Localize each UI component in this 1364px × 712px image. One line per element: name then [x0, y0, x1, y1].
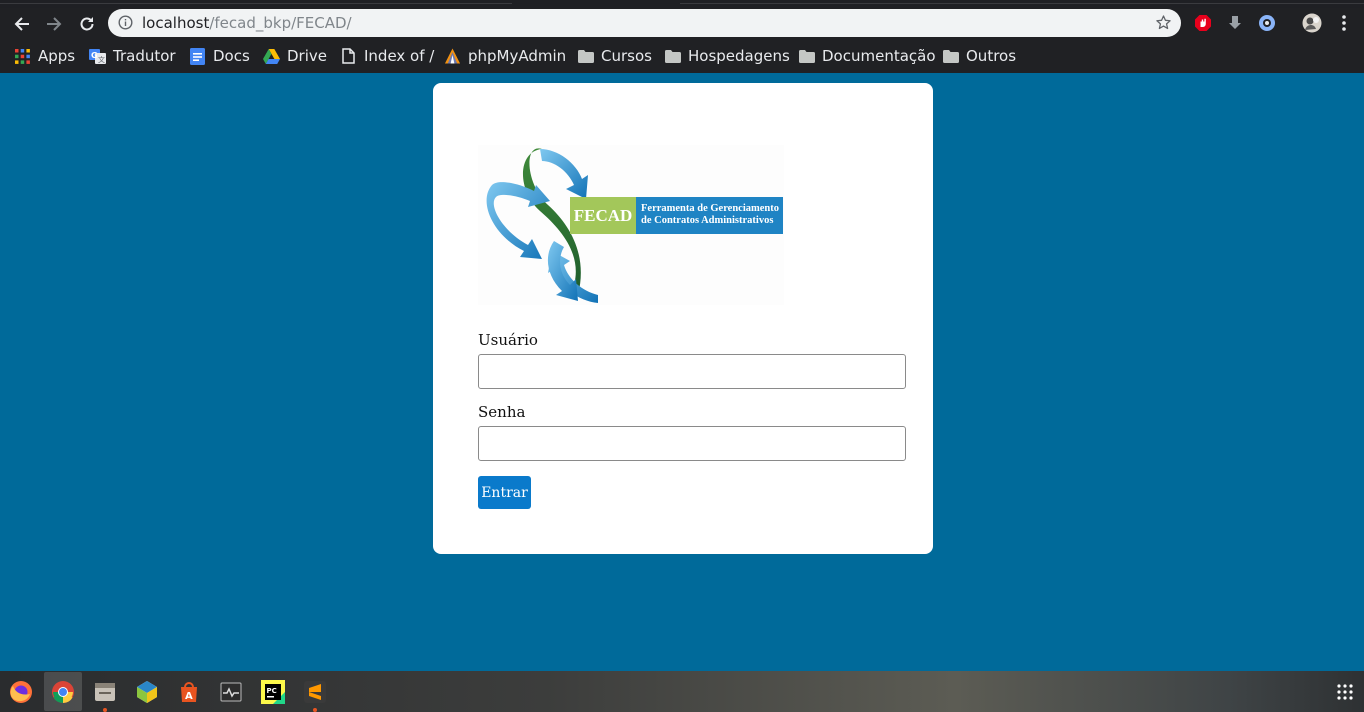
- forward-button[interactable]: [40, 10, 68, 38]
- username-label: Usuário: [478, 331, 538, 349]
- logo-acronym: FECAD: [570, 197, 636, 234]
- taskbar-firefox[interactable]: [7, 678, 35, 706]
- forward-arrow-icon: [47, 17, 62, 31]
- bookmarks-bar: Apps G文 Tradutor Docs Drive Index of / p…: [0, 39, 1364, 73]
- username-input[interactable]: [478, 354, 906, 389]
- taskbar-chrome[interactable]: [49, 678, 77, 706]
- system-monitor-icon: [220, 682, 242, 702]
- folder-icon: [577, 48, 594, 65]
- login-card: FECAD Ferramenta de Gerenciamento de Con…: [433, 83, 933, 554]
- folder-icon: [798, 48, 815, 65]
- translate-icon: G文: [89, 48, 106, 65]
- download-icon: [1229, 16, 1241, 29]
- bookmark-label: Index of /: [364, 47, 435, 65]
- docs-icon: [189, 47, 206, 65]
- folder-icon: [942, 48, 959, 65]
- svg-text:G: G: [91, 51, 98, 60]
- chrome-icon: [52, 681, 74, 703]
- svg-text:A: A: [185, 691, 193, 702]
- taskbar-software-center[interactable]: A: [175, 678, 203, 706]
- firefox-icon: [10, 681, 32, 703]
- bookmark-index-of[interactable]: Index of /: [340, 46, 434, 66]
- extension-circle-icon: [1259, 15, 1275, 31]
- taskbar-files[interactable]: [91, 678, 119, 706]
- login-submit-button[interactable]: Entrar: [478, 476, 531, 509]
- bookmark-docs[interactable]: Docs: [189, 46, 250, 66]
- page-icon: [340, 48, 357, 65]
- taskbar-pycharm[interactable]: PC: [259, 678, 287, 706]
- drive-icon: [263, 48, 280, 65]
- url-path: /fecad_bkp/FECAD/: [209, 14, 352, 32]
- apps-grid-icon: [14, 48, 31, 65]
- bookmark-label: Outros: [966, 47, 1017, 65]
- pycharm-icon: PC: [261, 680, 285, 704]
- taskbar-virtualbox[interactable]: [133, 678, 161, 706]
- software-center-icon: A: [181, 682, 197, 702]
- bookmark-label: Apps: [38, 47, 76, 65]
- bookmark-star-icon[interactable]: [1155, 14, 1172, 31]
- browser-toolbar: localhost/fecad_bkp/FECAD/: [0, 8, 1364, 39]
- bookmark-folder-outros[interactable]: Outros: [942, 46, 1016, 66]
- url-text[interactable]: localhost/fecad_bkp/FECAD/: [142, 14, 352, 32]
- bookmark-folder-cursos[interactable]: Cursos: [577, 46, 652, 66]
- sublime-text-icon: [304, 681, 326, 703]
- folder-icon: [664, 48, 681, 65]
- adblock-icon: [1195, 15, 1211, 31]
- download-extension-button[interactable]: [1225, 13, 1245, 33]
- bookmark-label: Documentação: [822, 47, 936, 65]
- bookmark-label: Hospedagens: [688, 47, 790, 65]
- bookmark-label: phpMyAdmin: [468, 47, 567, 65]
- tab[interactable]: [0, 0, 512, 4]
- browser-menu-button[interactable]: [1334, 13, 1354, 33]
- password-label: Senha: [478, 403, 526, 421]
- reload-icon: [80, 17, 94, 31]
- url-host: localhost: [142, 14, 210, 32]
- password-input[interactable]: [478, 426, 906, 461]
- phpmyadmin-icon: [444, 48, 461, 65]
- files-icon: [95, 683, 115, 701]
- logo-subtitle-line2: de Contratos Administrativos: [641, 215, 774, 226]
- address-bar[interactable]: localhost/fecad_bkp/FECAD/: [108, 9, 1181, 37]
- bookmark-folder-hospedagens[interactable]: Hospedagens: [664, 46, 790, 66]
- taskbar-show-applications[interactable]: [1331, 678, 1359, 706]
- extension-button[interactable]: [1257, 13, 1277, 33]
- bookmark-label: Cursos: [601, 47, 652, 65]
- system-taskbar: A PC: [0, 671, 1364, 712]
- logo-subtitle: Ferramenta de Gerenciamento de Contratos…: [636, 197, 783, 234]
- back-button[interactable]: [8, 10, 36, 38]
- more-vertical-icon: [1342, 15, 1346, 31]
- bookmark-apps[interactable]: Apps: [14, 46, 75, 66]
- reload-button[interactable]: [73, 10, 101, 38]
- adblock-extension-button[interactable]: [1193, 13, 1213, 33]
- show-applications-icon: [1337, 684, 1353, 700]
- back-arrow-icon: [14, 17, 29, 31]
- bookmark-tradutor[interactable]: G文 Tradutor: [89, 46, 176, 66]
- running-indicator: [103, 708, 107, 712]
- bookmark-drive[interactable]: Drive: [263, 46, 327, 66]
- logo-title-band: FECAD Ferramenta de Gerenciamento de Con…: [570, 197, 783, 234]
- running-indicator: [313, 708, 317, 712]
- bookmark-label: Docs: [213, 47, 250, 65]
- taskbar-sublime-text[interactable]: [301, 678, 329, 706]
- svg-text:PC: PC: [267, 687, 277, 695]
- bookmark-label: Drive: [287, 47, 327, 65]
- tab[interactable]: [680, 0, 1364, 4]
- virtualbox-icon: [137, 681, 157, 703]
- tab-strip: [0, 0, 1364, 8]
- bookmark-folder-documentacao[interactable]: Documentação: [798, 46, 936, 66]
- avatar-icon: [1302, 13, 1322, 33]
- bookmark-label: Tradutor: [113, 47, 176, 65]
- profile-avatar-button[interactable]: [1302, 13, 1322, 33]
- taskbar-system-monitor[interactable]: [217, 678, 245, 706]
- site-info-icon[interactable]: [118, 15, 133, 30]
- bookmark-phpmyadmin[interactable]: phpMyAdmin: [444, 46, 566, 66]
- fecad-logo: FECAD Ferramenta de Gerenciamento de Con…: [478, 145, 784, 305]
- logo-subtitle-line1: Ferramenta de Gerenciamento: [641, 203, 780, 214]
- svg-text:文: 文: [98, 55, 105, 64]
